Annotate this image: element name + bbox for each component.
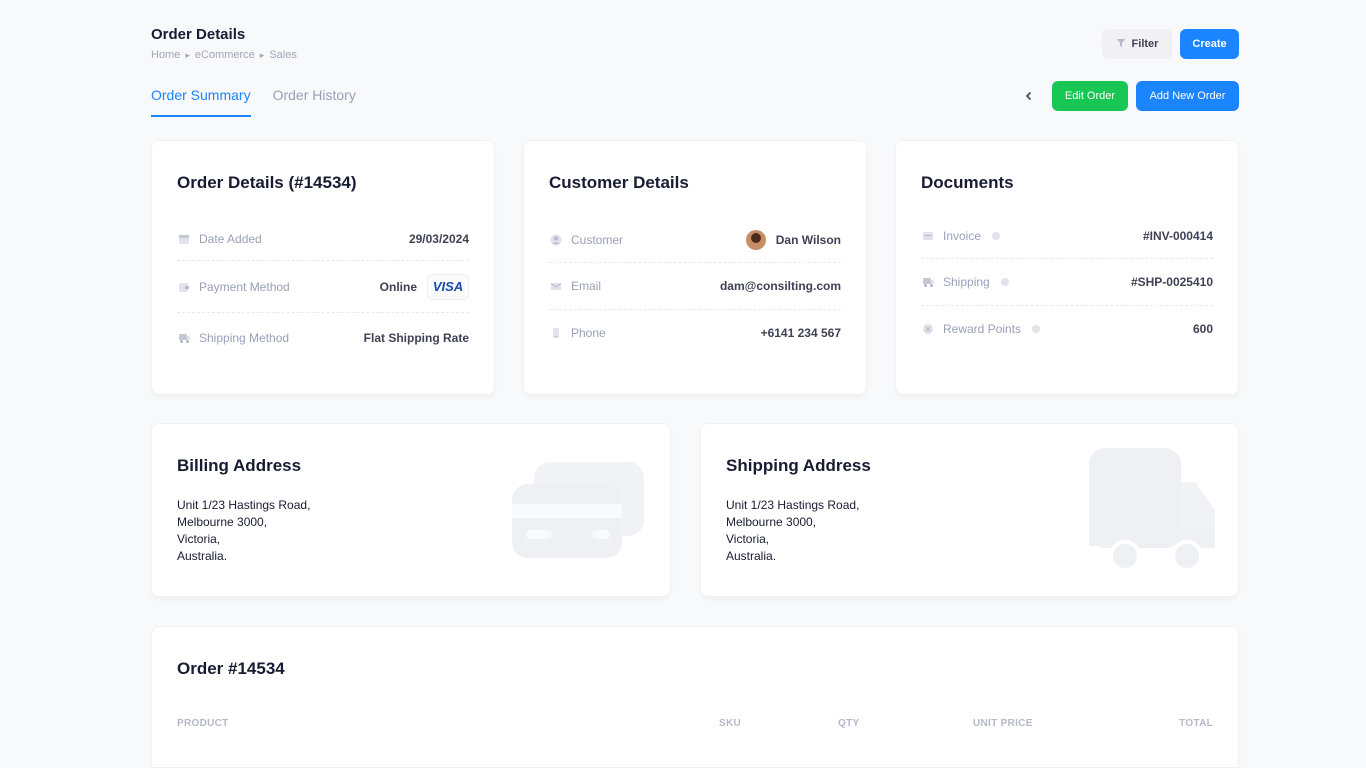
customer-avatar — [745, 229, 766, 250]
column-header-product[interactable]: PRODUCT — [177, 718, 229, 729]
phone-value: +6141 234 567 — [760, 326, 841, 340]
breadcrumb-sales: Sales — [269, 49, 297, 61]
date-added-label: Date Added — [199, 231, 262, 246]
invoice-icon — [921, 229, 935, 243]
email-label: Email — [571, 279, 602, 293]
billing-address-card: Billing Address Unit 1/23 Hastings Road,… — [151, 423, 671, 597]
date-added-value: 29/03/2024 — [408, 231, 469, 246]
date-added-row: Date Added 29/03/2024 — [177, 217, 469, 261]
billing-address-line: Melbourne 3000, — [177, 515, 268, 529]
shipping-address-line: Victoria, — [726, 532, 770, 546]
billing-address-line: Australia. — [177, 549, 228, 563]
truck-icon — [1089, 448, 1215, 577]
billing-address-line: Victoria, — [177, 532, 221, 546]
payment-method-value: Online — [379, 279, 417, 294]
page-title: Order Details — [151, 26, 246, 43]
reward-points-row: Reward Points 600 — [921, 306, 1213, 352]
customer-label: Customer — [571, 232, 624, 247]
tab-order-history[interactable]: Order History — [273, 87, 356, 117]
customer-name[interactable]: Dan Wilson — [776, 233, 841, 247]
reward-points-value: 600 — [1192, 322, 1213, 336]
customer-details-card: Customer Details Customer Dan Wilson Ema… — [523, 140, 867, 395]
award-icon — [921, 322, 935, 336]
invoice-label: Invoice — [943, 228, 982, 243]
edit-order-button[interactable]: Edit Order — [1052, 81, 1128, 111]
filter-icon — [1116, 38, 1126, 51]
create-button[interactable]: Create — [1180, 29, 1239, 59]
phone-row: Phone +6141 234 567 — [549, 310, 841, 356]
email-value[interactable]: dam@consilting.com — [720, 279, 841, 293]
info-icon[interactable] — [992, 231, 1001, 240]
calendar-icon — [177, 232, 191, 246]
info-icon[interactable] — [1000, 278, 1009, 286]
breadcrumb-separator-icon: ▸ — [259, 49, 265, 60]
add-new-order-button[interactable]: Add New Order — [1136, 81, 1239, 111]
shipping-address-lines: Unit 1/23 Hastings Road, Melbourne 3000,… — [726, 497, 859, 565]
info-icon[interactable] — [1032, 325, 1041, 333]
customer-details-title: Customer Details — [549, 173, 689, 192]
shipping-address-line: Australia. — [726, 549, 777, 563]
column-header-qty[interactable]: QTY — [838, 718, 859, 729]
user-icon — [549, 233, 563, 247]
truck-icon — [177, 331, 191, 345]
order-table-card: Order #14534 PRODUCT SKU QTY UNIT PRICE … — [151, 626, 1239, 768]
breadcrumb-home[interactable]: Home — [151, 49, 180, 61]
shipping-method-value: Flat Shipping Rate — [363, 331, 469, 345]
filter-button-label: Filter — [1131, 38, 1159, 50]
visa-logo: VISA — [427, 273, 469, 300]
column-header-sku[interactable]: SKU — [719, 718, 741, 729]
tab-bar: Order Summary Order History — [151, 87, 356, 117]
shipping-address-line: Unit 1/23 Hastings Road, — [726, 498, 860, 512]
shipping-doc-value[interactable]: #SHP-0025410 — [1131, 275, 1213, 289]
page: Order Details Home ▸ eCommerce ▸ Sales F… — [0, 0, 1366, 768]
breadcrumb: Home ▸ eCommerce ▸ Sales — [151, 49, 297, 61]
truck-icon — [921, 275, 935, 289]
billing-address-line: Unit 1/23 Hastings Road, — [177, 498, 311, 512]
invoice-row: Invoice #INV-000414 — [921, 213, 1213, 259]
back-button[interactable] — [1014, 81, 1044, 111]
wallet-icon — [177, 280, 191, 294]
order-details-card: Order Details (#14534) Date Added 29/03/… — [151, 140, 495, 395]
payment-method-row: Payment Method Online VISA — [177, 261, 469, 313]
invoice-value[interactable]: #INV-000414 — [1143, 229, 1213, 243]
phone-label: Phone — [571, 326, 606, 340]
chevron-left-icon — [1024, 89, 1034, 104]
shipping-method-row: Shipping Method Flat Shipping Rate — [177, 313, 469, 363]
documents-title: Documents — [921, 173, 1014, 192]
column-header-total[interactable]: TOTAL — [1179, 718, 1213, 729]
tab-order-summary[interactable]: Order Summary — [151, 87, 251, 117]
billing-address-title: Billing Address — [177, 456, 302, 475]
shipping-address-card: Shipping Address Unit 1/23 Hastings Road… — [700, 423, 1239, 597]
customer-row: Customer Dan Wilson — [549, 217, 841, 263]
order-table-title: Order #14534 — [177, 659, 285, 678]
breadcrumb-ecommerce[interactable]: eCommerce — [195, 49, 255, 61]
shipping-doc-label: Shipping — [943, 275, 990, 289]
shipping-address-line: Melbourne 3000, — [726, 515, 817, 529]
filter-button[interactable]: Filter — [1102, 29, 1172, 59]
column-header-unit-price[interactable]: UNIT PRICE — [973, 718, 1033, 729]
phone-icon — [549, 326, 563, 340]
breadcrumb-separator-icon: ▸ — [185, 49, 190, 60]
credit-card-icon — [512, 462, 646, 567]
billing-address-lines: Unit 1/23 Hastings Road, Melbourne 3000,… — [177, 497, 310, 565]
payment-method-label: Payment Method — [199, 279, 290, 294]
email-row: Email dam@consilting.com — [549, 263, 841, 310]
shipping-method-label: Shipping Method — [199, 331, 290, 345]
order-details-title: Order Details (#14534) — [177, 173, 357, 192]
shipping-address-title: Shipping Address — [726, 456, 871, 475]
envelope-icon — [549, 279, 563, 293]
shipping-doc-row: Shipping #SHP-0025410 — [921, 259, 1213, 306]
reward-points-label: Reward Points — [943, 322, 1022, 336]
documents-card: Documents Invoice #INV-000414 Shipping #… — [895, 140, 1239, 395]
